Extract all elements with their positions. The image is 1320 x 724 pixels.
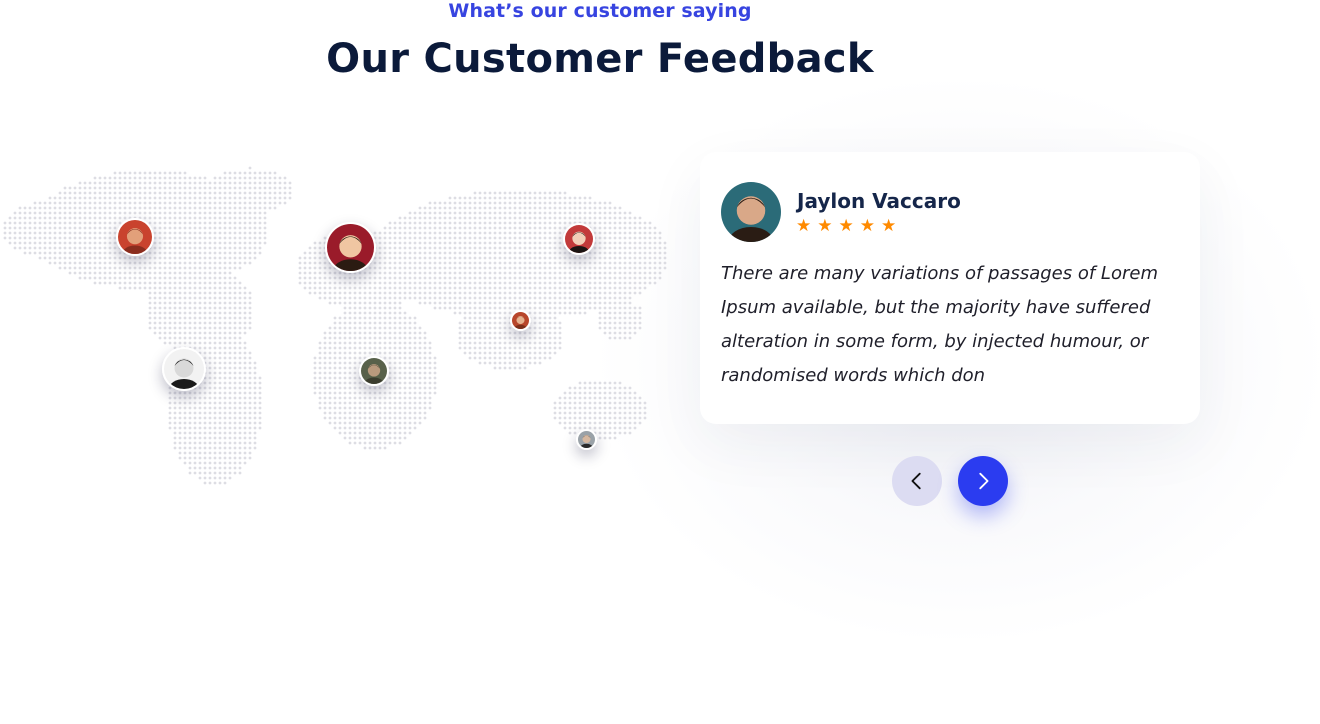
- avatar-photo: [578, 431, 595, 448]
- previous-button[interactable]: [892, 456, 942, 506]
- avatar-photo: [512, 312, 529, 329]
- star-icon: ★: [817, 216, 833, 236]
- customer-pin-north-america[interactable]: [116, 218, 154, 256]
- avatar-photo: [721, 182, 781, 242]
- customer-pin-asia[interactable]: [510, 310, 531, 331]
- star-icon: ★: [859, 216, 875, 236]
- avatar-photo: [118, 220, 152, 254]
- section-title: Our Customer Feedback: [326, 36, 874, 82]
- testimonials-section: What’s our customer saying Our Customer …: [0, 0, 1320, 724]
- chevron-left-icon: [911, 472, 921, 490]
- customer-pin-russia[interactable]: [563, 223, 595, 255]
- star-icon: ★: [796, 216, 812, 236]
- rating-stars: ★ ★ ★ ★ ★: [796, 218, 896, 235]
- next-button[interactable]: [958, 456, 1008, 506]
- testimonial-quote: There are many variations of passages of…: [721, 263, 1158, 386]
- avatar-photo: [361, 358, 387, 384]
- chevron-right-icon: [979, 472, 989, 490]
- customer-name: Jaylon Vaccaro: [797, 189, 961, 213]
- customer-pin-australia[interactable]: [576, 429, 597, 450]
- star-icon: ★: [881, 216, 897, 236]
- customer-pin-south-america[interactable]: [162, 347, 206, 391]
- customer-pin-europe-north[interactable]: [325, 222, 376, 273]
- world-map: [0, 160, 690, 500]
- section-eyebrow: What’s our customer saying: [448, 0, 752, 22]
- testimonial-card: Jaylon Vaccaro ★ ★ ★ ★ ★ There are many …: [700, 152, 1200, 424]
- avatar-photo: [565, 225, 593, 253]
- customer-pin-africa[interactable]: [359, 356, 389, 386]
- avatar-photo: [327, 224, 374, 271]
- star-icon: ★: [838, 216, 854, 236]
- avatar-photo: [164, 349, 204, 389]
- customer-avatar: [721, 182, 781, 242]
